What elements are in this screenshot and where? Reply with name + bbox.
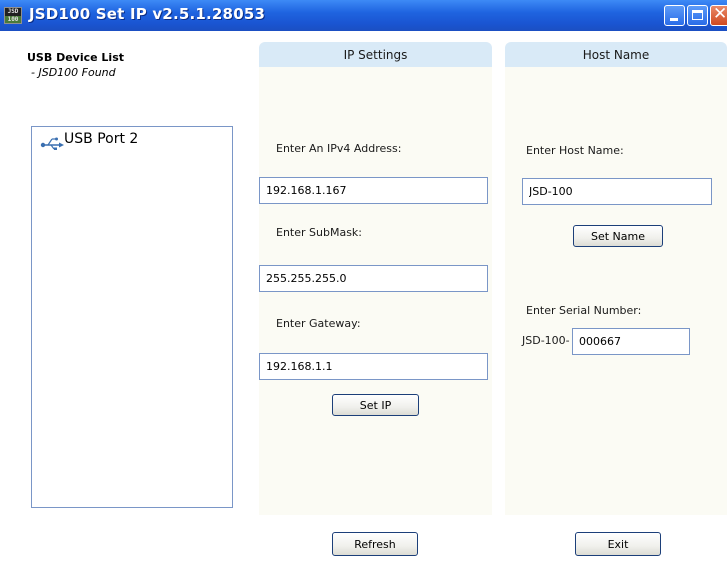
usb-port-label: USB Port 2 (64, 131, 139, 147)
app-window: JSD 100 JSD100 Set IP v2.5.1.28053 ✕ USB… (0, 0, 727, 574)
app-icon-text-top: JSD (7, 8, 19, 15)
serial-number-label: Enter Serial Number: (526, 304, 642, 317)
exit-button[interactable]: Exit (575, 532, 661, 556)
host-name-panel: Host Name Enter Host Name: Set Name Ente… (505, 42, 727, 515)
usb-device-list[interactable]: USB Port 2 (31, 126, 233, 508)
set-ip-button[interactable]: Set IP (332, 394, 419, 416)
close-icon: ✕ (713, 4, 727, 24)
maximize-icon (692, 10, 703, 20)
title-bar[interactable]: JSD 100 JSD100 Set IP v2.5.1.28053 ✕ (0, 0, 727, 31)
ip-settings-panel: IP Settings Enter An IPv4 Address: Enter… (259, 42, 492, 515)
submask-input[interactable] (259, 265, 488, 292)
refresh-button[interactable]: Refresh (332, 532, 418, 556)
gateway-label: Enter Gateway: (276, 317, 361, 330)
host-name-header: Host Name (505, 42, 727, 67)
set-name-button[interactable]: Set Name (573, 225, 663, 247)
ipv4-input[interactable] (259, 177, 488, 204)
list-item-usb-port[interactable]: USB Port 2 (40, 131, 138, 151)
host-name-input[interactable] (522, 178, 712, 205)
serial-prefix: JSD-100- (522, 334, 570, 347)
maximize-button[interactable] (687, 5, 708, 26)
app-icon-text-bottom: 100 (5, 16, 21, 23)
device-list-status: - JSD100 Found (31, 66, 116, 79)
close-button[interactable]: ✕ (710, 4, 727, 26)
device-list-heading: USB Device List (27, 51, 124, 64)
gateway-input[interactable] (259, 353, 488, 380)
serial-number-input[interactable] (572, 328, 690, 355)
ipv4-label: Enter An IPv4 Address: (276, 142, 402, 155)
app-icon[interactable]: JSD 100 (4, 7, 22, 24)
minimize-icon (670, 18, 678, 21)
submask-label: Enter SubMask: (276, 226, 362, 239)
usb-icon (40, 137, 64, 150)
ip-settings-header: IP Settings (259, 42, 492, 67)
window-title: JSD100 Set IP v2.5.1.28053 (29, 5, 266, 23)
host-name-label: Enter Host Name: (526, 144, 624, 157)
minimize-button[interactable] (664, 5, 685, 26)
